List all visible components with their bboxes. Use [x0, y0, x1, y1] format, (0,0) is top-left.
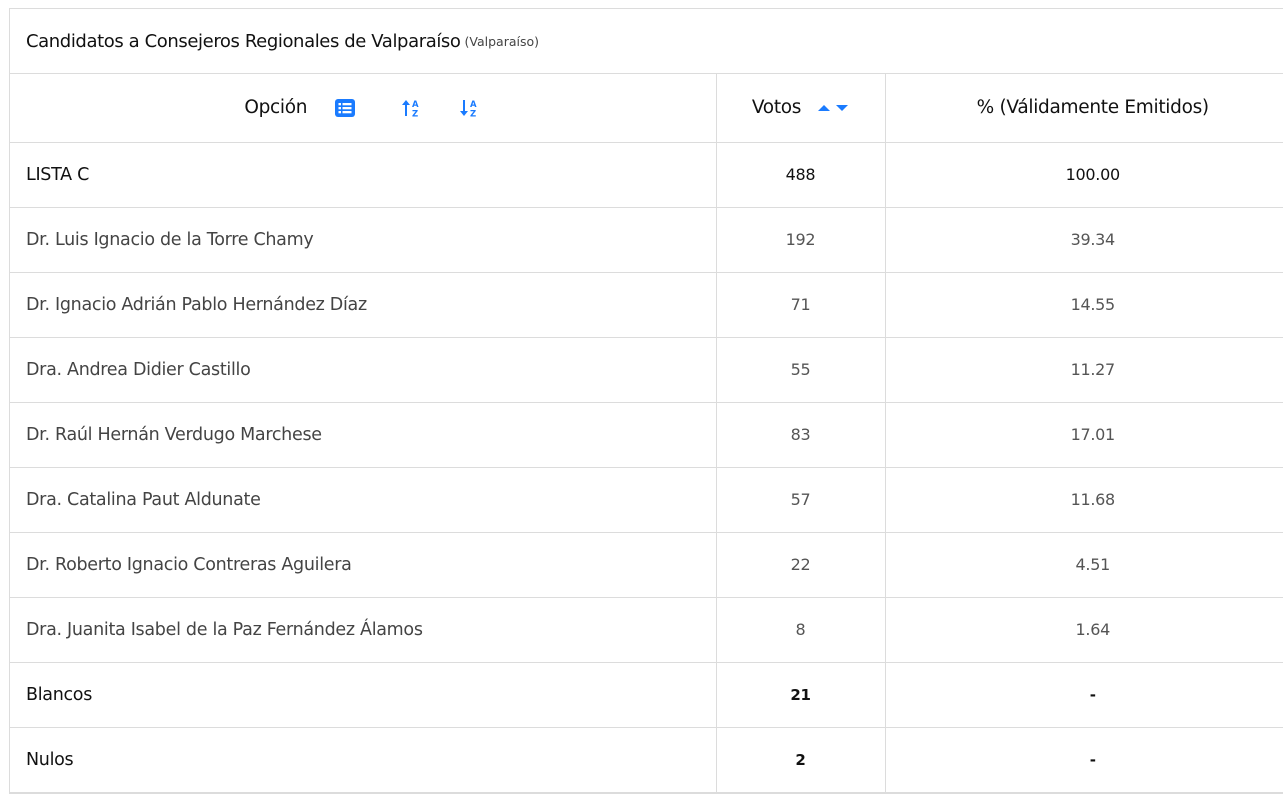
table-title: Candidatos a Consejeros Regionales de Va… — [26, 30, 461, 52]
svg-text:Z: Z — [412, 109, 418, 118]
header-votes: Votos — [716, 74, 886, 143]
row-votes: 55 — [716, 337, 886, 403]
row-votes: 83 — [716, 402, 886, 468]
row-percent: 4.51 — [885, 532, 1283, 598]
sort-alpha-up-icon[interactable]: A Z — [401, 98, 423, 118]
svg-text:Z: Z — [470, 109, 476, 118]
row-percent: 11.68 — [885, 467, 1283, 533]
header-votes-label: Votos — [751, 97, 802, 119]
row-option: LISTA C — [10, 142, 717, 208]
table-row: Nulos 2 - — [10, 727, 1283, 793]
row-votes: 21 — [716, 662, 886, 728]
table-row: Dra. Andrea Didier Castillo 55 11.27 — [10, 337, 1283, 403]
header-percent-label: % (Válidamente Emitidos) — [976, 97, 1210, 119]
row-option: Dra. Catalina Paut Aldunate — [10, 467, 717, 533]
caret-down-icon[interactable] — [835, 103, 849, 113]
caret-up-icon[interactable] — [817, 103, 831, 113]
results-table: Opción A Z A Z Votos % (Válidamente Emit… — [10, 74, 1283, 793]
row-votes: 22 — [716, 532, 886, 598]
sort-alpha-down-icon[interactable]: A Z — [459, 98, 481, 118]
row-option: Dr. Raúl Hernán Verdugo Marchese — [10, 402, 717, 468]
row-option: Dr. Roberto Ignacio Contreras Aguilera — [10, 532, 717, 598]
row-votes: 192 — [716, 207, 886, 273]
svg-text:A: A — [412, 100, 419, 110]
table-row: Dr. Luis Ignacio de la Torre Chamy 192 3… — [10, 207, 1283, 273]
results-panel: Candidatos a Consejeros Regionales de Va… — [9, 8, 1283, 794]
list-icon[interactable] — [335, 98, 356, 117]
table-row: Blancos 21 - — [10, 662, 1283, 728]
table-header-row: Opción A Z A Z Votos % (Válidamente Emit… — [10, 74, 1283, 143]
table-row: Dr. Raúl Hernán Verdugo Marchese 83 17.0… — [10, 402, 1283, 468]
header-percent: % (Válidamente Emitidos) — [885, 74, 1283, 143]
table-subtitle: (Valparaíso) — [464, 33, 540, 49]
row-option: Dra. Juanita Isabel de la Paz Fernández … — [10, 597, 717, 663]
table-row: Dra. Juanita Isabel de la Paz Fernández … — [10, 597, 1283, 663]
row-votes: 57 — [716, 467, 886, 533]
row-votes: 488 — [716, 142, 886, 208]
row-percent: 1.64 — [885, 597, 1283, 663]
table-row: Dr. Roberto Ignacio Contreras Aguilera 2… — [10, 532, 1283, 598]
svg-text:A: A — [470, 100, 477, 110]
row-option: Dra. Andrea Didier Castillo — [10, 337, 717, 403]
row-votes: 2 — [716, 727, 886, 793]
row-percent: 14.55 — [885, 272, 1283, 338]
panel-title: Candidatos a Consejeros Regionales de Va… — [10, 9, 1283, 74]
row-option: Dr. Ignacio Adrián Pablo Hernández Díaz — [10, 272, 717, 338]
row-votes: 71 — [716, 272, 886, 338]
row-percent: - — [885, 662, 1283, 728]
row-percent: - — [885, 727, 1283, 793]
row-percent: 17.01 — [885, 402, 1283, 468]
header-option-label: Opción — [244, 97, 308, 119]
table-row: Dr. Ignacio Adrián Pablo Hernández Díaz … — [10, 272, 1283, 338]
row-percent: 100.00 — [885, 142, 1283, 208]
row-percent: 39.34 — [885, 207, 1283, 273]
row-option: Nulos — [10, 727, 717, 793]
row-votes: 8 — [716, 597, 886, 663]
table-row: Dra. Catalina Paut Aldunate 57 11.68 — [10, 467, 1283, 533]
row-option: Dr. Luis Ignacio de la Torre Chamy — [10, 207, 717, 273]
header-option: Opción A Z A Z — [10, 74, 717, 143]
row-percent: 11.27 — [885, 337, 1283, 403]
table-row: LISTA C 488 100.00 — [10, 142, 1283, 208]
row-option: Blancos — [10, 662, 717, 728]
